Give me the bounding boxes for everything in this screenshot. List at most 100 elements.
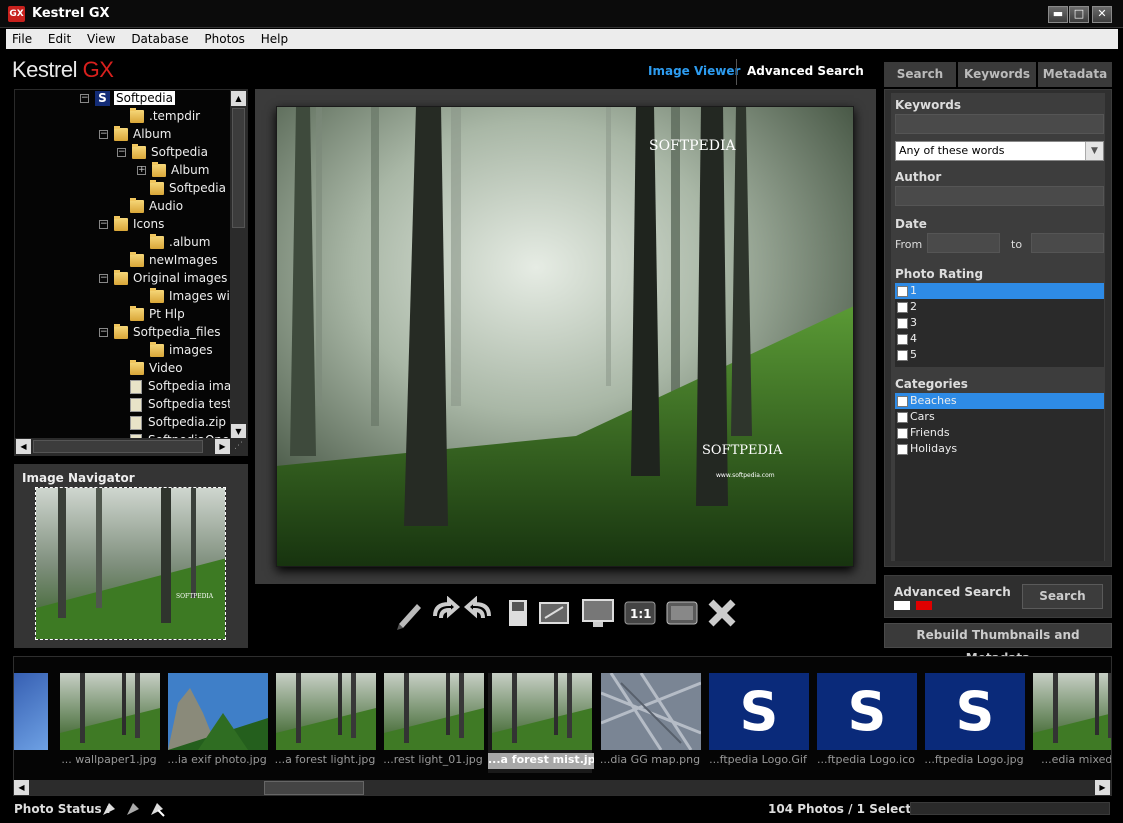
author-input[interactable] [895,186,1104,206]
rating-checkbox[interactable] [897,302,908,313]
minimize-button[interactable]: ▬ [1048,6,1068,23]
collapse-icon[interactable]: − [117,148,126,157]
tab-search[interactable]: Search [884,62,956,87]
main-photo[interactable]: SOFTPEDIA SOFTPEDIA www.softpedia.com [276,106,854,567]
menu-edit[interactable]: Edit [42,29,77,46]
rating-item[interactable]: 2 [895,299,1104,315]
category-item[interactable]: Holidays [895,441,1104,457]
tree-hscroll-thumb[interactable] [33,440,203,453]
thumbnail-image[interactable] [14,673,48,750]
monitor-icon[interactable] [581,596,615,630]
tree-item[interactable]: .tempdir [115,108,200,127]
category-checkbox[interactable] [897,412,908,423]
collapse-icon[interactable]: − [99,220,108,229]
save-disk-icon[interactable] [501,596,535,630]
tree-item[interactable]: − Album [99,126,171,145]
thumbnail-image[interactable] [601,673,701,750]
filmstrip-thumbnail[interactable]: S ...ftpedia Logo.jpg [921,673,1025,773]
tree-item[interactable]: Audio [115,198,183,217]
filmstrip-thumbnail[interactable]: ... wallpaper1.jpg [56,673,160,773]
scroll-left-arrow-icon[interactable]: ◀ [16,439,31,454]
filmstrip-thumbnail[interactable]: er.jpg [14,673,48,773]
tree-item[interactable]: − Icons [99,216,164,235]
close-button[interactable]: ✕ [1092,6,1112,23]
tree-vertical-scrollbar[interactable]: ▲ ▼ [230,90,247,440]
rating-item[interactable]: 4 [895,331,1104,347]
collapse-icon[interactable]: − [99,274,108,283]
thumbnail-image[interactable]: S [817,673,917,750]
menu-view[interactable]: View [81,29,121,46]
flag-alt-icon[interactable] [125,801,141,817]
category-item[interactable]: Beaches [895,393,1104,409]
tab-metadata[interactable]: Metadata [1038,62,1112,87]
tree-item[interactable]: Images with nc [135,288,231,307]
category-item[interactable]: Friends [895,425,1104,441]
thumbnail-image[interactable]: S [925,673,1025,750]
tree-item[interactable]: Softpedia test.zip [115,397,231,415]
menu-photos[interactable]: Photos [198,29,250,46]
filmstrip-thumbnail[interactable]: ...edia mixed.b [1029,673,1111,773]
thumbnail-image[interactable] [168,673,268,750]
flag-clear-icon[interactable] [149,801,165,817]
thumbnail-image[interactable] [384,673,484,750]
resize-grip-icon[interactable]: ⋰ [230,438,247,455]
category-item[interactable]: Cars [895,409,1104,425]
rating-checkbox[interactable] [897,318,908,329]
tree-item[interactable]: Softpedia image ar [115,379,231,397]
fit-screen-icon[interactable] [537,596,571,630]
tree-item[interactable]: − Original images [99,270,227,289]
tree-item[interactable]: .album [135,234,210,253]
color-swatch-white[interactable] [894,601,910,610]
scroll-down-arrow-icon[interactable]: ▼ [231,424,246,439]
delete-x-icon[interactable] [705,596,739,630]
filmstrip-scroll-thumb[interactable] [264,781,364,795]
tree-item[interactable]: Video [115,360,183,379]
thumbnail-image[interactable]: S [709,673,809,750]
keywords-input[interactable] [895,114,1104,134]
maximize-button[interactable]: □ [1069,6,1089,23]
category-checkbox[interactable] [897,396,908,407]
rotate-right-icon[interactable] [463,595,497,630]
edit-pencil-icon[interactable] [391,596,425,630]
filmstrip-thumbnail[interactable]: ...a forest mist.jpg [488,673,594,773]
tree-item[interactable]: Softpedia.zip [115,415,226,433]
navigator-preview[interactable]: SOFTPEDIA [35,487,226,640]
tree-horizontal-scrollbar[interactable]: ◀ ▶ [15,438,231,455]
thumbnail-image[interactable] [1033,673,1111,750]
collapse-icon[interactable]: − [80,94,89,103]
filmstrip-thumbnail[interactable]: ...dia GG map.png [597,673,701,773]
match-mode-select[interactable]: Any of these words ▼ [895,141,1104,161]
tree-item[interactable]: + Album [137,162,209,181]
date-to-input[interactable] [1031,233,1104,253]
tree-item[interactable]: Pt Hlp [115,306,185,325]
tab-image-viewer[interactable]: Image Viewer [648,64,740,78]
rating-checkbox[interactable] [897,334,908,345]
rating-checkbox[interactable] [897,286,908,297]
menu-help[interactable]: Help [255,29,294,46]
filmstrip-thumbnail[interactable]: ...a forest light.jpg [272,673,376,773]
tree-item[interactable]: − S Softpedia [80,91,175,109]
category-checkbox[interactable] [897,428,908,439]
tree-item[interactable]: images [135,342,213,361]
date-from-input[interactable] [927,233,1000,253]
collapse-icon[interactable]: − [99,130,108,139]
rotate-left-icon[interactable] [427,595,461,630]
filmstrip-thumbnail[interactable]: ...ia exif photo.jpg [164,673,268,773]
search-button[interactable]: Search [1022,584,1103,609]
tree-scroll-thumb[interactable] [232,108,245,228]
filmstrip-thumbnail[interactable]: S ...ftpedia Logo.Gif [705,673,809,773]
tree-item[interactable]: Softpedia test [135,180,231,199]
filmstrip-thumbnail[interactable]: ...rest light_01.jpg [380,673,484,773]
menu-database[interactable]: Database [125,29,194,46]
rebuild-thumbnails-button[interactable]: Rebuild Thumbnails and Metadata [884,623,1112,665]
thumbnail-image[interactable] [276,673,376,750]
tab-advanced-search[interactable]: Advanced Search [747,64,864,78]
expand-icon[interactable]: + [137,166,146,175]
thumbnail-image[interactable] [492,673,592,750]
window-icon[interactable] [665,596,699,630]
filmstrip-thumbnail[interactable]: S ...ftpedia Logo.ico [813,673,917,773]
rating-item[interactable]: 1 [895,283,1104,299]
color-swatch-red[interactable] [916,601,932,610]
filmstrip-scrollbar[interactable]: ◀ ▶ [14,780,1111,795]
tree-item[interactable]: − Softpedia [117,144,208,163]
